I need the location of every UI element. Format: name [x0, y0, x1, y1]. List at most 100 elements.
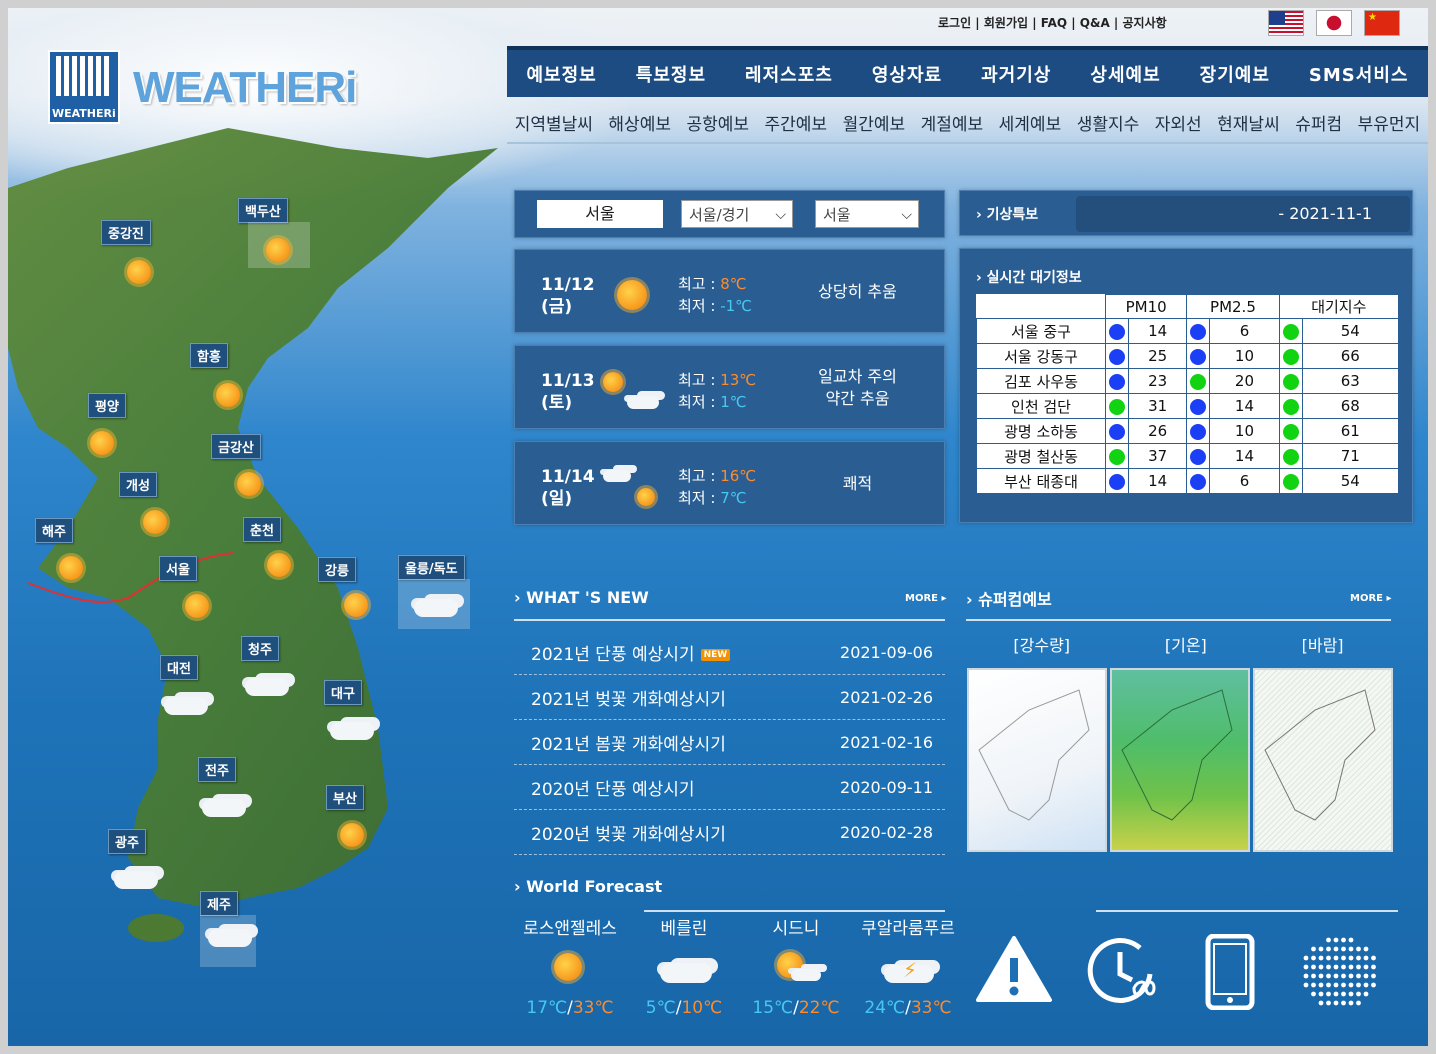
logo-stripes — [56, 56, 112, 96]
nav-item[interactable]: 상세예보 — [1090, 61, 1160, 87]
air-index-value: 66 — [1301, 343, 1400, 369]
nav-item[interactable]: 장기예보 — [1200, 61, 1270, 87]
clock-infinity-icon[interactable] — [1084, 934, 1164, 1004]
pm10-value: 25 — [1127, 343, 1188, 369]
pm25-value: 6 — [1209, 468, 1280, 494]
forecast-desc-line: 약간 추움 — [825, 389, 890, 408]
nav-item[interactable]: 과거기상 — [981, 61, 1051, 87]
nav-item[interactable]: 영상자료 — [872, 61, 942, 87]
nav-item[interactable]: 예보정보 — [527, 61, 597, 87]
subnav-item[interactable]: 슈퍼컴 — [1295, 110, 1342, 135]
world-temp: 15℃/22℃ — [736, 998, 856, 1018]
header-pm25: PM2.5 — [1186, 294, 1280, 319]
cloud-icon — [627, 396, 659, 409]
forecast-high: 최고 : 13℃ — [678, 369, 756, 390]
page-frame: 백두산 중강진 함흥 평양 금강산 개성 해주 춘천 서울 강릉 울릉/독도 청… — [8, 8, 1428, 1046]
subnav-item[interactable]: 세계예보 — [999, 110, 1062, 135]
index-status — [1278, 418, 1303, 444]
subnav-item[interactable]: 월간예보 — [843, 110, 906, 135]
rain-cloud-icon — [208, 929, 252, 947]
table-row: 광명 소하동 26 10 61 — [976, 418, 1400, 444]
nav-item[interactable]: SMS서비스 — [1309, 61, 1409, 87]
subnav-item[interactable]: 부유먼지 — [1358, 110, 1421, 135]
china-flag-icon[interactable]: ★ — [1364, 10, 1400, 36]
logo-text[interactable]: WEATHERi — [133, 63, 357, 113]
us-flag-icon[interactable] — [1268, 10, 1304, 36]
news-title: 2020년 단풍 예상시기 — [531, 779, 695, 800]
city-tab[interactable]: 서울 — [537, 200, 663, 228]
forecast-card[interactable]: 11/14 (일) 최고 : 16℃ 최저 : 7℃ 쾌적 — [514, 441, 945, 525]
subnav-item[interactable]: 해상예보 — [608, 110, 671, 135]
district-select[interactable]: 서울 ⌵ — [815, 200, 919, 228]
region-select[interactable]: 서울/경기 ⌵ — [681, 200, 793, 228]
district-select-value: 서울 — [823, 206, 851, 224]
pm10-status — [1105, 443, 1129, 469]
map-city-label: 대전 — [160, 655, 198, 680]
pm10-status — [1105, 393, 1129, 419]
warning-icon[interactable] — [974, 934, 1054, 1004]
pm10-status — [1105, 418, 1129, 444]
subnav-item[interactable]: 주간예보 — [765, 110, 828, 135]
wind-map-thumbnail[interactable] — [1253, 668, 1393, 852]
subnav-item[interactable]: 자외선 — [1155, 110, 1202, 135]
forecast-low: 최저 : 7℃ — [678, 487, 747, 508]
nav-item[interactable]: 특보정보 — [636, 61, 706, 87]
low-value: 7℃ — [720, 489, 747, 507]
alert-date: - 2021-11-1 — [1278, 204, 1372, 223]
supercom-more-link[interactable]: MORE ▸ — [1350, 593, 1391, 604]
map-outline-icon — [1264, 689, 1376, 821]
cloud-icon — [791, 969, 821, 981]
forecast-card[interactable]: 11/13 (토) 최고 : 13℃ 최저 : 1℃ 일교차 주의 약간 추움 — [514, 345, 945, 429]
forecast-date-text: 11/14 — [541, 467, 595, 487]
sun-icon — [143, 510, 167, 534]
lightning-icon: ⚡ — [903, 958, 918, 982]
world-city-name[interactable]: 베를린 — [624, 914, 744, 939]
air-index-value: 68 — [1301, 393, 1400, 419]
low-temp: 5℃ — [645, 998, 676, 1018]
divider — [644, 910, 945, 912]
japan-flag-icon[interactable] — [1316, 10, 1352, 36]
status-dot-icon — [1282, 473, 1299, 490]
subnav-item[interactable]: 현재날씨 — [1217, 110, 1280, 135]
forecast-date-text: 11/12 — [541, 275, 595, 295]
supercom-title: › 슈퍼컴예보 — [966, 590, 1052, 609]
world-city-name[interactable]: 시드니 — [736, 914, 856, 939]
supercom-label: [강수량] — [1013, 636, 1071, 655]
supercom-label: [기온] — [1164, 636, 1207, 655]
map-city-label: 금강산 — [211, 434, 261, 459]
temperature-map-thumbnail[interactable] — [1110, 668, 1250, 852]
mobile-phone-icon[interactable] — [1204, 934, 1264, 1010]
forecast-low: 최저 : -1℃ — [678, 295, 752, 316]
pm10-value: 26 — [1127, 418, 1188, 444]
subnav-item[interactable]: 생활지수 — [1077, 110, 1140, 135]
nav-item[interactable]: 레저스포츠 — [745, 61, 833, 87]
forecast-card[interactable]: 11/12 (금) 최고 : 8℃ 최저 : -1℃ 상당히 추움 — [514, 249, 945, 333]
status-dot-icon — [1282, 323, 1299, 340]
list-item[interactable]: 2021년 단풍 예상시기 NEW 2021-09-06 — [514, 630, 945, 675]
table-row: 김포 사우동 23 20 63 — [976, 368, 1400, 394]
list-item[interactable]: 2020년 벚꽃 개화예상시기 2020-02-28 — [514, 810, 945, 855]
precipitation-map-thumbnail[interactable] — [967, 668, 1107, 852]
table-row: 부산 태종대 14 6 54 — [976, 468, 1400, 494]
subnav-item[interactable]: 지역별날씨 — [515, 110, 593, 135]
list-item[interactable]: 2021년 벚꽃 개화예상시기 2021-02-26 — [514, 675, 945, 720]
pm10-status — [1105, 343, 1129, 369]
top-links[interactable]: 로그인 | 회원가입 | FAQ | Q&A | 공지사항 — [938, 14, 1167, 31]
world-city-name[interactable]: 로스앤젤레스 — [510, 914, 630, 939]
sun-icon — [617, 280, 647, 310]
korea-weather-map: 백두산 중강진 함흥 평양 금강산 개성 해주 춘천 서울 강릉 울릉/독도 청… — [8, 128, 508, 1046]
subnav-item[interactable]: 공항예보 — [686, 110, 749, 135]
list-item[interactable]: 2021년 봄꽃 개화예상시기 2021-02-16 — [514, 720, 945, 765]
map-outline-icon — [1121, 689, 1233, 821]
world-city-name[interactable]: 쿠알라룸푸르 — [848, 914, 968, 939]
sun-icon — [127, 260, 151, 284]
subnav-item[interactable]: 계절예보 — [921, 110, 984, 135]
logo-badge[interactable]: WEATHERi — [48, 50, 120, 124]
dots-globe-icon[interactable] — [1300, 934, 1380, 1010]
weather-alert-panel[interactable]: › 기상특보 - 2021-11-1 — [959, 190, 1413, 236]
status-dot-icon — [1109, 423, 1125, 440]
pm10-status — [1105, 318, 1129, 344]
list-item[interactable]: 2020년 단풍 예상시기 2020-09-11 — [514, 765, 945, 810]
chevron-down-icon: ⌵ — [775, 207, 786, 223]
news-more-link[interactable]: MORE ▸ — [905, 593, 946, 604]
